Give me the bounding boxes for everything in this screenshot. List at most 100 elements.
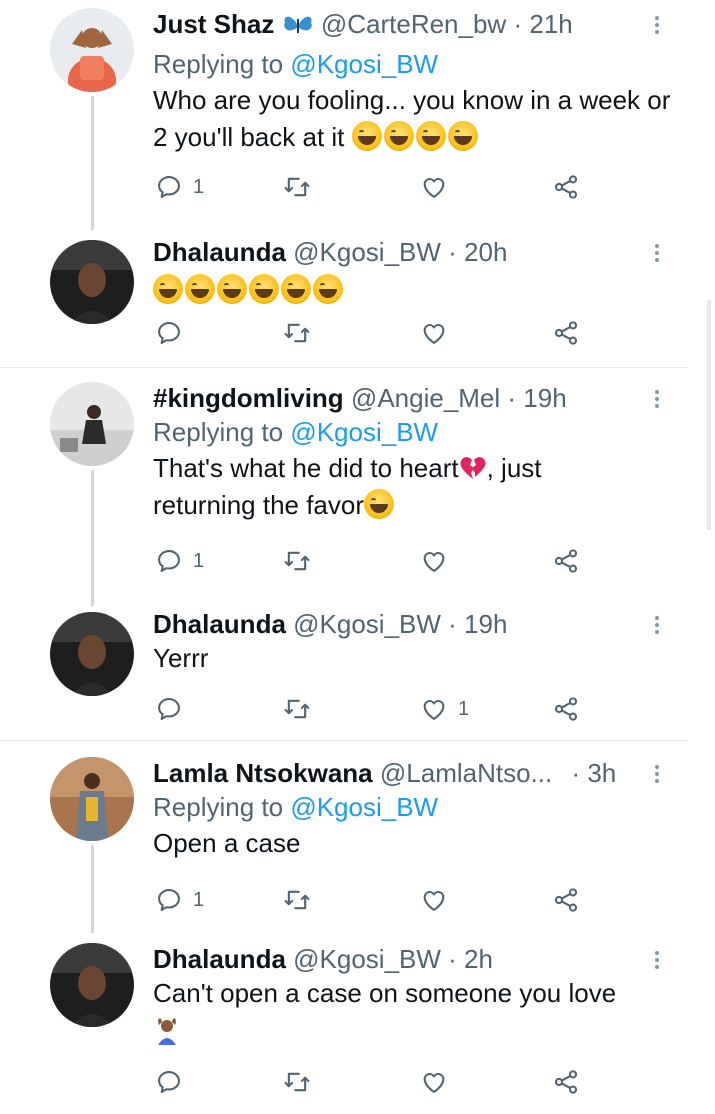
share-icon — [552, 319, 580, 347]
reply-button[interactable] — [155, 318, 193, 348]
display-name[interactable]: #kingdomliving — [153, 383, 344, 413]
avatar[interactable] — [50, 757, 134, 841]
action-bar: 1 — [155, 546, 585, 576]
tweet-text: Open a case — [153, 825, 675, 862]
share-button[interactable] — [552, 694, 580, 724]
reply-icon — [155, 173, 183, 201]
avatar[interactable] — [50, 8, 134, 92]
grinning-sweat-emoji-icon — [153, 274, 183, 304]
display-name[interactable]: Dhalaunda — [153, 237, 286, 267]
tweet-header: Dhalaunda @Kgosi_BW · 2h — [153, 943, 675, 975]
display-name[interactable]: Lamla Ntsokwana — [153, 758, 373, 788]
retweet-button[interactable] — [283, 318, 311, 348]
retweet-button[interactable] — [283, 172, 311, 202]
mention-link[interactable]: @Kgosi_BW — [290, 417, 438, 447]
handle[interactable]: @Angie_Mel — [351, 383, 500, 413]
display-name[interactable]: Dhalaunda — [153, 944, 286, 974]
reply-button[interactable] — [155, 1067, 193, 1097]
action-bar — [155, 318, 585, 348]
replying-prefix: Replying to — [153, 792, 284, 822]
more-options-icon[interactable] — [647, 386, 667, 412]
action-bar — [155, 1067, 585, 1097]
reply-button[interactable]: 1 — [155, 172, 204, 202]
reply-icon — [155, 319, 183, 347]
share-button[interactable] — [552, 318, 580, 348]
mention-link[interactable]: @Kgosi_BW — [290, 49, 438, 79]
scrollbar[interactable] — [707, 300, 711, 530]
reply-count: 1 — [193, 888, 205, 911]
tweet[interactable]: Dhalaunda @Kgosi_BW · 2h Can't open a ca… — [0, 933, 715, 1114]
tweet-header: Lamla Ntsokwana @LamlaNtso... · 3h — [153, 757, 675, 789]
like-button[interactable]: 1 — [420, 694, 469, 724]
heart-icon — [420, 1068, 448, 1096]
timestamp[interactable]: · 19h — [448, 609, 507, 639]
display-name[interactable]: Just Shaz — [153, 9, 274, 39]
tweet-header: Dhalaunda @Kgosi_BW · 20h — [153, 236, 675, 268]
tweet-text-content: Open a case — [153, 828, 301, 858]
retweet-button[interactable] — [283, 546, 311, 576]
handle[interactable]: @Kgosi_BW — [293, 237, 441, 267]
timestamp[interactable]: · 2h — [448, 944, 493, 974]
retweet-icon — [283, 547, 311, 575]
tweet-text-content: Yerrr — [153, 643, 209, 673]
mention-link[interactable]: @Kgosi_BW — [290, 792, 438, 822]
avatar[interactable] — [50, 943, 134, 1027]
tweet[interactable]: Just Shaz @CarteRen_bw · 21h Replying to… — [0, 0, 715, 230]
avatar[interactable] — [50, 382, 134, 466]
handle[interactable]: @CarteRen_bw — [321, 9, 506, 39]
more-options-icon[interactable] — [647, 12, 667, 38]
tweet-text: Who are you fooling... you know in a wee… — [153, 82, 673, 156]
avatar[interactable] — [50, 240, 134, 324]
tweet-text: Can't open a case on someone you love — [153, 975, 675, 1055]
share-button[interactable] — [552, 885, 580, 915]
like-button[interactable] — [420, 1067, 458, 1097]
more-options-icon[interactable] — [647, 240, 667, 266]
tweet[interactable]: Dhalaunda @Kgosi_BW · 20h — [0, 230, 715, 366]
share-button[interactable] — [552, 546, 580, 576]
timestamp[interactable]: · 19h — [507, 383, 566, 413]
share-icon — [552, 547, 580, 575]
retweet-button[interactable] — [283, 885, 311, 915]
avatar[interactable] — [50, 612, 134, 696]
more-options-icon[interactable] — [647, 612, 667, 638]
tweet[interactable]: Lamla Ntsokwana @LamlaNtso... · 3h Reply… — [0, 741, 715, 933]
more-options-icon[interactable] — [647, 761, 667, 787]
laughing-emoji-icon — [383, 121, 414, 151]
action-bar: 1 — [155, 694, 585, 724]
reply-button[interactable]: 1 — [155, 546, 204, 576]
timestamp[interactable]: · 20h — [448, 237, 507, 267]
tweet[interactable]: #kingdomliving @Angie_Mel · 19h Replying… — [0, 368, 715, 606]
timestamp[interactable]: · 3h — [571, 758, 616, 788]
share-button[interactable] — [552, 1067, 580, 1097]
reply-button[interactable] — [155, 694, 193, 724]
handle[interactable]: @Kgosi_BW — [293, 944, 441, 974]
heart-icon — [420, 547, 448, 575]
action-bar: 1 — [155, 172, 585, 202]
share-icon — [552, 886, 580, 914]
tweet-text-content: returning the favor — [153, 490, 365, 520]
reply-icon — [155, 547, 183, 575]
like-button[interactable] — [420, 172, 458, 202]
like-button[interactable] — [420, 546, 458, 576]
share-icon — [552, 173, 580, 201]
retweet-button[interactable] — [283, 694, 311, 724]
share-button[interactable] — [552, 172, 580, 202]
like-button[interactable] — [420, 885, 458, 915]
reply-button[interactable]: 1 — [155, 885, 204, 915]
like-button[interactable] — [420, 318, 458, 348]
grinning-sweat-emoji-icon — [281, 274, 311, 304]
grinning-sweat-emoji-icon — [185, 274, 215, 304]
timestamp[interactable]: · 21h — [513, 9, 572, 39]
retweet-button[interactable] — [283, 1067, 311, 1097]
handle[interactable]: @Kgosi_BW — [293, 609, 441, 639]
display-name[interactable]: Dhalaunda — [153, 609, 286, 639]
laughing-emoji-icon — [351, 121, 382, 151]
thread-line — [91, 96, 94, 230]
tweet[interactable]: Dhalaunda @Kgosi_BW · 19h Yerrr 1 — [0, 606, 715, 740]
grinning-sweat-emoji-icon — [217, 274, 247, 304]
retweet-icon — [283, 886, 311, 914]
handle[interactable]: @LamlaNtso... — [380, 758, 552, 788]
broken-heart-emoji-icon — [459, 454, 487, 480]
more-options-icon[interactable] — [647, 947, 667, 973]
tweet-text — [153, 272, 675, 309]
